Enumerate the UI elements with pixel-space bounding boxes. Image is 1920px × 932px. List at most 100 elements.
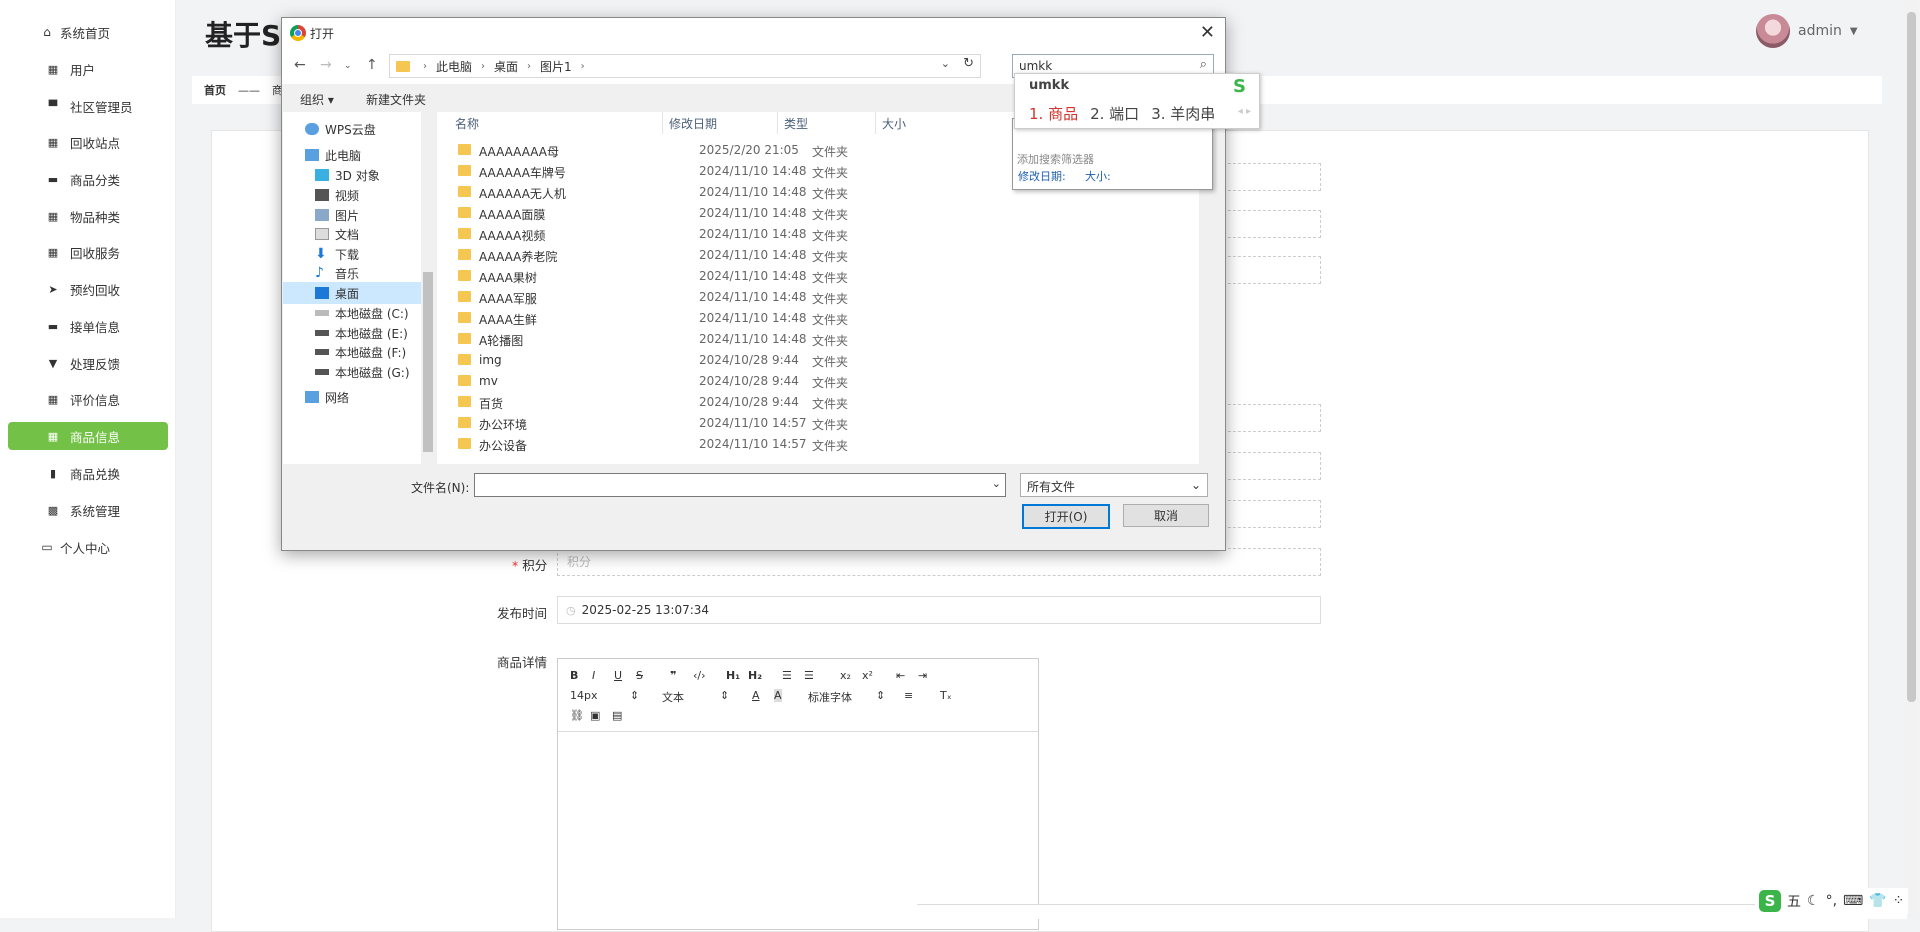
publish-time-input[interactable]: ◷ 2025-02-25 13:07:34 [557, 596, 1321, 624]
file-row[interactable]: 办公设备 2024/11/10 14:57 文件夹 [437, 434, 1197, 455]
skin-icon[interactable]: 👕 [1869, 893, 1886, 909]
nav-item-desktop[interactable]: 桌面 [283, 282, 435, 304]
ime-toolbar[interactable]: S 五 ☾ °, ⌨ 👕 ⁘ [1755, 888, 1909, 914]
breadcrumb-home[interactable]: 首页 [204, 82, 226, 98]
nav-item-drive-g[interactable]: 本地磁盘 (G:) [283, 361, 435, 383]
file-row[interactable]: A轮播图 2024/11/10 14:48 文件夹 [437, 329, 1197, 350]
path-segment[interactable]: 此电脑 [436, 58, 472, 75]
bg-color-icon[interactable]: A [774, 689, 782, 702]
up-arrow-icon[interactable]: ↑ [366, 57, 378, 73]
indent-icon[interactable]: ⇥ [918, 669, 927, 682]
image-icon[interactable]: ▣ [590, 709, 600, 722]
cancel-button[interactable]: 取消 [1123, 504, 1209, 527]
quote-icon[interactable]: ❞ [670, 669, 676, 682]
apps-icon[interactable]: ⁘ [1893, 893, 1905, 909]
sidebar-item-recycle-service[interactable]: ▦ 回收服务 [8, 238, 168, 266]
file-row[interactable]: AAAAA视频 2024/11/10 14:48 文件夹 [437, 224, 1197, 245]
nav-item-wps-cloud[interactable]: WPS云盘 [283, 118, 435, 140]
clear-format-icon[interactable]: Tₓ [940, 689, 952, 702]
bullet-list-icon[interactable]: ☰ [804, 669, 814, 682]
path-segment[interactable]: 图片1 [540, 58, 572, 75]
sidebar-item-appointment[interactable]: ➤ 预约回收 [8, 275, 168, 303]
h2-icon[interactable]: H₂ [748, 669, 762, 682]
filename-input[interactable]: ⌄ [474, 473, 1006, 497]
column-header-name[interactable]: 名称 [455, 112, 479, 134]
code-icon[interactable]: ‹/› [693, 669, 706, 682]
recent-chevron-icon[interactable]: ⌄ [344, 61, 352, 71]
open-button[interactable]: 打开(O) [1022, 504, 1110, 529]
organize-button[interactable]: 组织 ▾ [300, 91, 334, 108]
file-row[interactable]: AAAA果树 2024/11/10 14:48 文件夹 [437, 266, 1197, 287]
file-row[interactable]: AAAAA养老院 2024/11/10 14:48 文件夹 [437, 245, 1197, 266]
file-row[interactable]: AAAAA面膜 2024/11/10 14:48 文件夹 [437, 203, 1197, 224]
close-icon[interactable]: ✕ [1200, 22, 1215, 43]
path-segment[interactable]: 桌面 [494, 58, 518, 75]
keyboard-icon[interactable]: ⌨ [1843, 893, 1863, 909]
points-input[interactable] [557, 548, 1321, 576]
user-menu[interactable]: admin ▼ [1756, 14, 1858, 48]
sidebar-item-goods-exchange[interactable]: ▮ 商品兑换 [8, 459, 168, 487]
ordered-list-icon[interactable]: ☰ [782, 669, 792, 682]
refresh-icon[interactable]: ↻ [963, 56, 974, 71]
nav-item-this-pc[interactable]: 此电脑 [283, 144, 435, 166]
superscript-icon[interactable]: x² [862, 669, 873, 682]
underline-icon[interactable]: U [614, 669, 622, 682]
nav-item-drive-f[interactable]: 本地磁盘 (F:) [283, 341, 435, 363]
ime-candidate[interactable]: 2. 端口 [1090, 103, 1139, 124]
ime-candidate[interactable]: 3. 羊肉串 [1151, 103, 1215, 124]
page-scrollbar-thumb[interactable] [1907, 12, 1916, 702]
font-color-icon[interactable]: A [752, 689, 760, 702]
page-arrows-icon[interactable]: ◂ ▸ [1238, 106, 1251, 117]
font-size-select[interactable]: 14px [570, 689, 598, 702]
filter-size[interactable]: 大小: [1085, 168, 1111, 184]
nav-item-drive-c[interactable]: 本地磁盘 (C:) [283, 302, 435, 324]
nav-item-music[interactable]: ♪ 音乐 [283, 262, 435, 284]
moon-icon[interactable]: ☾ [1807, 893, 1820, 909]
nav-pane-scrollbar-thumb[interactable] [423, 272, 433, 452]
nav-item-videos[interactable]: 视频 [283, 184, 435, 206]
search-icon[interactable]: ⌕ [1200, 57, 1207, 72]
nav-item-documents[interactable]: 文档 [283, 223, 435, 245]
sidebar-item-users[interactable]: ▦ 用户 [8, 55, 168, 83]
chevron-down-icon[interactable]: ⌄ [992, 477, 1001, 490]
ime-candidate[interactable]: 1. 商品 [1029, 103, 1078, 124]
nav-item-network[interactable]: 网络 [283, 386, 435, 408]
file-row[interactable]: 办公环境 2024/11/10 14:57 文件夹 [437, 413, 1197, 434]
file-row[interactable]: img 2024/10/28 9:44 文件夹 [437, 350, 1197, 371]
column-header-date[interactable]: 修改日期 [662, 112, 717, 134]
sidebar-item-recycle-stations[interactable]: ▦ 回收站点 [8, 128, 168, 156]
sidebar-item-community-admin[interactable]: ▀ 社区管理员 [8, 92, 168, 120]
file-row[interactable]: AAAA生鲜 2024/11/10 14:48 文件夹 [437, 308, 1197, 329]
sidebar-item-item-types[interactable]: ▦ 物品种类 [8, 202, 168, 230]
sidebar-item-orders[interactable]: ▬ 接单信息 [8, 312, 168, 340]
file-row[interactable]: AAAA军服 2024/11/10 14:48 文件夹 [437, 287, 1197, 308]
filetype-select[interactable]: 所有文件 ⌄ [1020, 473, 1208, 497]
chevron-down-icon[interactable]: ⌄ [941, 57, 950, 70]
back-arrow-icon[interactable]: ← [294, 57, 306, 73]
sidebar-item-profile[interactable]: ▭ 个人中心 [8, 533, 168, 561]
file-row[interactable]: 百货 2024/10/28 9:44 文件夹 [437, 392, 1197, 413]
video-icon[interactable]: ▤ [612, 709, 622, 722]
sidebar-item-goods-category[interactable]: ▬ 商品分类 [8, 165, 168, 193]
align-icon[interactable]: ≡ [904, 689, 913, 702]
h1-icon[interactable]: H₁ [726, 669, 740, 682]
new-folder-button[interactable]: 新建文件夹 [366, 91, 426, 108]
sidebar-item-goods-info[interactable]: ▦ 商品信息 [8, 422, 168, 450]
sidebar-item-feedback[interactable]: ▼ 处理反馈 [8, 349, 168, 377]
punctuation-icon[interactable]: °, [1826, 893, 1837, 909]
strike-icon[interactable]: S [636, 669, 643, 682]
nav-item-3d-objects[interactable]: 3D 对象 [283, 164, 435, 186]
column-header-type[interactable]: 类型 [777, 112, 808, 134]
file-row[interactable]: mv 2024/10/28 9:44 文件夹 [437, 371, 1197, 392]
bold-icon[interactable]: B [570, 669, 578, 682]
sidebar-item-home[interactable]: ⌂ 系统首页 [8, 18, 168, 46]
sidebar-item-system[interactable]: ▩ 系统管理 [8, 496, 168, 524]
rich-text-editor[interactable]: B I U S ❞ ‹/› H₁ H₂ ☰ ☰ x₂ x² ⇤ ⇥ 14px ⇕… [557, 658, 1039, 930]
italic-icon[interactable]: I [592, 669, 595, 682]
address-bar[interactable]: › 此电脑 › 桌面 › 图片1 › ⌄ ↻ [389, 54, 981, 78]
text-style-select[interactable]: 文本 [662, 689, 684, 705]
subscript-icon[interactable]: x₂ [840, 669, 851, 682]
outdent-icon[interactable]: ⇤ [896, 669, 905, 682]
ime-mode-icon[interactable]: 五 [1787, 891, 1801, 911]
filter-date[interactable]: 修改日期: [1018, 168, 1066, 184]
